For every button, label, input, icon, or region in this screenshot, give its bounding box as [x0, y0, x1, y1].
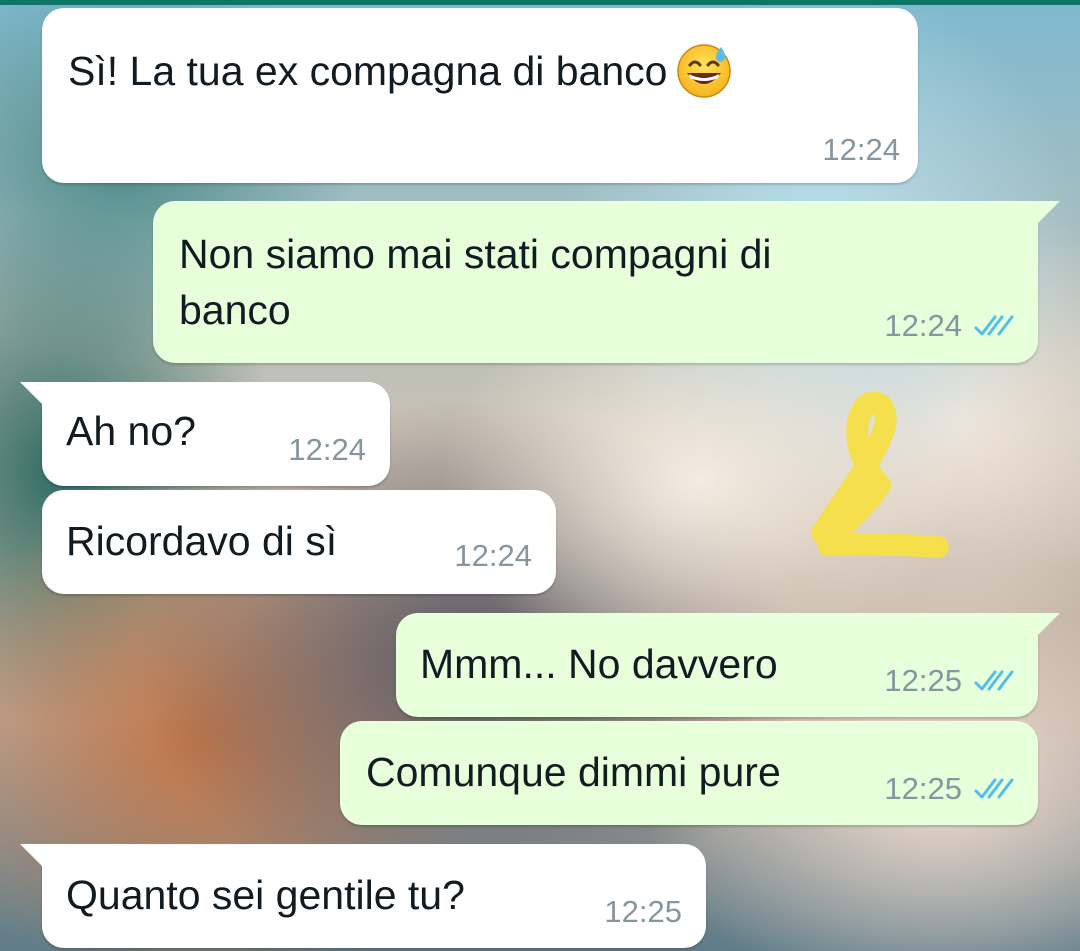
message-time: 12:25	[604, 894, 682, 929]
message-text: Mmm... No davvero	[420, 641, 778, 687]
message-time: 12:24	[454, 538, 532, 573]
message-bubble-incoming[interactable]: Quanto sei gentile tu? 12:25	[20, 844, 706, 948]
grinning-face-with-sweat-icon	[675, 41, 733, 99]
message-text: Quanto sei gentile tu?	[66, 872, 465, 918]
message-time: 12:24	[822, 132, 900, 167]
message-text: Ah no?	[66, 408, 196, 454]
top-accent-bar	[0, 0, 1080, 5]
double-check-icon	[974, 670, 1014, 691]
message-time: 12:24	[884, 308, 1016, 344]
message-text: Ricordavo di sì	[66, 518, 338, 564]
message-bubble-incoming[interactable]: Sì! La tua ex compagna di banco 12:24	[42, 8, 918, 183]
message-time: 12:25	[884, 663, 1016, 699]
double-check-icon	[974, 315, 1014, 336]
message-bubble-incoming[interactable]: Ah no? 12:24	[20, 382, 390, 486]
message-text-line-2: banco	[179, 287, 291, 333]
double-check-icon	[974, 778, 1014, 799]
message-bubble-outgoing[interactable]: Mmm... No davvero 12:25	[396, 613, 1060, 717]
message-bubble-outgoing[interactable]: Non siamo mai stati compagni di banco 12…	[153, 201, 1060, 363]
message-text: Sì! La tua ex compagna di banco	[68, 44, 733, 103]
message-time: 12:24	[288, 432, 366, 467]
message-bubble-outgoing[interactable]: Comunque dimmi pure 12:25	[340, 721, 1038, 825]
yellow-scribble-annotation	[811, 391, 949, 558]
message-text: Comunque dimmi pure	[366, 749, 781, 795]
message-text-line-1: Non siamo mai stati compagni di	[179, 231, 772, 277]
message-bubble-incoming[interactable]: Ricordavo di sì 12:24	[42, 490, 556, 594]
message-time: 12:25	[884, 771, 1016, 807]
